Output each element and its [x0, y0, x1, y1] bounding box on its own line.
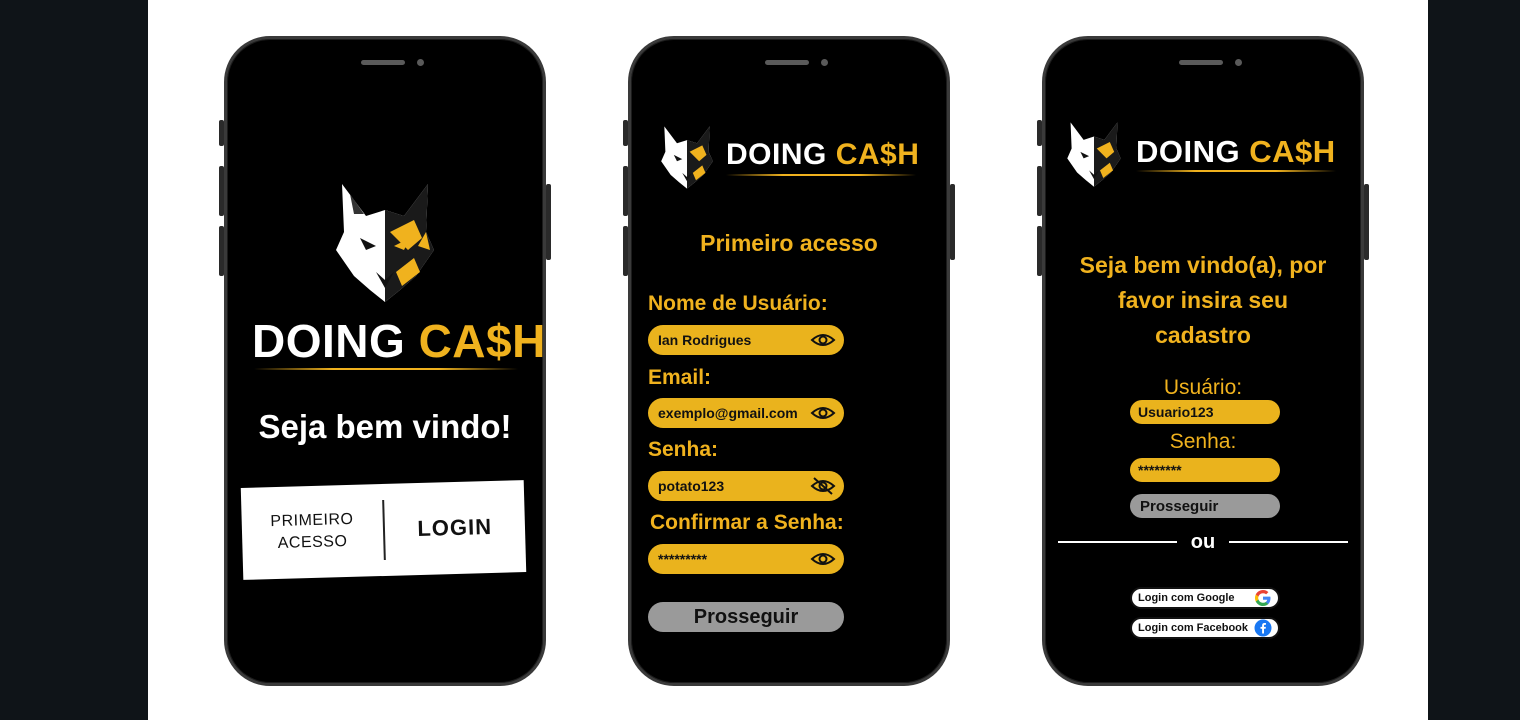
user-input[interactable] — [1138, 404, 1272, 420]
brand-logo: DOING CA$H — [252, 314, 546, 368]
user-label: Usuário: — [1163, 376, 1243, 399]
brand-logo: DOING CA$H — [726, 138, 919, 172]
phone-camera — [821, 59, 828, 66]
wolf-logo-icon — [661, 126, 713, 189]
brand-doing: DOING — [726, 138, 827, 171]
password-label: Senha: — [648, 438, 719, 461]
continue-button[interactable]: Prosseguir — [648, 602, 844, 632]
divider-line — [1229, 541, 1348, 543]
facebook-login-button[interactable]: Login com Facebook — [1130, 617, 1280, 639]
brand-cash: CA$H — [418, 315, 546, 367]
or-divider: ou — [1058, 530, 1348, 554]
confirm-password-input[interactable] — [658, 551, 834, 567]
brand-cash: CA$H — [835, 138, 920, 171]
confirm-password-field[interactable] — [648, 544, 844, 574]
eye-icon[interactable] — [810, 549, 836, 569]
wolf-logo-icon — [1067, 122, 1121, 187]
brand-underline — [254, 368, 518, 370]
page-title: Primeiro acesso — [700, 230, 878, 256]
eye-icon[interactable] — [810, 330, 836, 350]
username-input[interactable] — [658, 332, 834, 348]
access-choice-card: PRIMEIRO ACESSO LOGIN — [240, 480, 527, 580]
welcome-line: cadastro — [1155, 322, 1251, 348]
phone-login: DOING CA$H Seja bem vindo(a), por favor … — [1037, 36, 1369, 686]
eye-icon[interactable] — [810, 403, 836, 423]
google-login-button[interactable]: Login com Google — [1130, 587, 1280, 609]
facebook-login-label: Login com Facebook — [1138, 622, 1249, 634]
password-field[interactable] — [1130, 458, 1280, 482]
phone-button — [546, 184, 551, 260]
password-input[interactable] — [658, 478, 834, 494]
confirm-password-label: Confirmar a Senha: — [650, 511, 844, 534]
brand-underline — [726, 174, 916, 176]
phone-welcome: DOING CA$H Seja bem vindo! PRIMEIRO ACES… — [219, 36, 551, 686]
phone-button — [1364, 184, 1369, 260]
email-label: Email: — [648, 366, 712, 389]
password-field[interactable] — [648, 471, 844, 501]
brand-cash: CA$H — [1249, 134, 1336, 169]
email-field[interactable] — [648, 398, 844, 428]
phone-camera — [1235, 59, 1242, 66]
user-field[interactable] — [1130, 400, 1280, 424]
username-label: Nome de Usuário: — [648, 292, 828, 315]
phone-speaker — [765, 60, 809, 65]
continue-button[interactable]: Prosseguir — [1130, 494, 1280, 518]
username-field[interactable] — [648, 325, 844, 355]
eye-off-icon[interactable] — [810, 476, 836, 496]
canvas: DOING CA$H Seja bem vindo! PRIMEIRO ACES… — [148, 0, 1428, 720]
wolf-logo-icon — [336, 184, 434, 302]
welcome-line: favor insira seu — [1117, 287, 1289, 313]
phone-first-access: DOING CA$H Primeiro acesso Nome de Usuár… — [623, 36, 955, 686]
or-label: ou — [1190, 530, 1216, 553]
login-button[interactable]: LOGIN — [383, 480, 526, 576]
divider-line — [1058, 541, 1177, 543]
facebook-icon — [1254, 619, 1272, 637]
phone-button — [950, 184, 955, 260]
brand-doing: DOING — [252, 315, 406, 367]
brand-logo: DOING CA$H — [1136, 134, 1336, 170]
password-input[interactable] — [1138, 462, 1272, 478]
google-icon — [1255, 590, 1271, 606]
phone-speaker — [361, 60, 405, 65]
first-access-button[interactable]: PRIMEIRO ACESSO — [241, 484, 384, 580]
email-input[interactable] — [658, 405, 834, 421]
password-label: Senha: — [1169, 430, 1237, 453]
welcome-heading: Seja bem vindo(a), por favor insira seu … — [1042, 248, 1364, 353]
brand-underline — [1136, 170, 1336, 172]
welcome-line: Seja bem vindo(a), por — [1079, 252, 1327, 278]
welcome-heading: Seja bem vindo! — [258, 408, 512, 445]
phone-camera — [417, 59, 424, 66]
google-login-label: Login com Google — [1138, 592, 1235, 604]
brand-doing: DOING — [1136, 134, 1241, 169]
phone-speaker — [1179, 60, 1223, 65]
